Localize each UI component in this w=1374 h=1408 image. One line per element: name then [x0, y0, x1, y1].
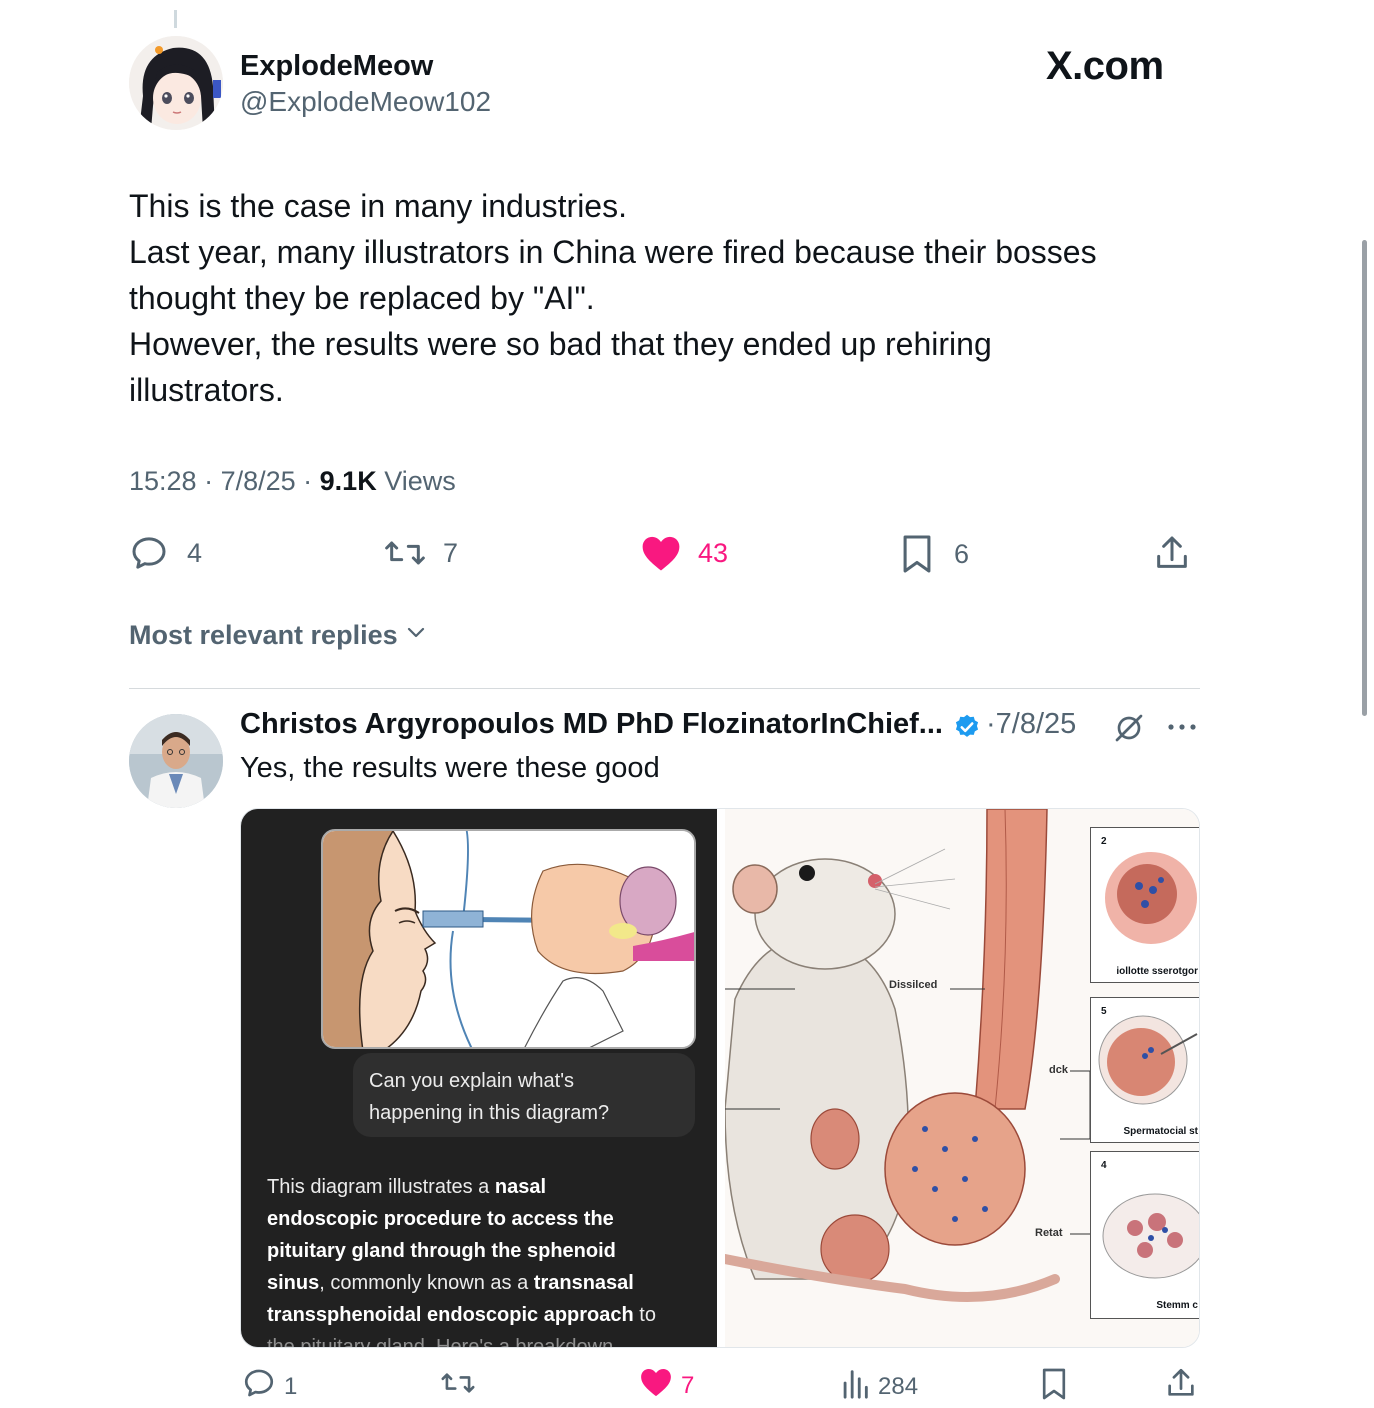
views-label: Views — [384, 466, 456, 496]
answer-bold: endoscopic procedure to access the — [267, 1208, 614, 1230]
bookmark-button[interactable]: 6 — [900, 533, 969, 575]
reply-views-button[interactable]: 284 — [840, 1366, 918, 1407]
answer-text: the pituitary gland. Here's a breakdown — [267, 1336, 614, 1348]
share-icon — [1164, 1366, 1198, 1407]
thread-line — [174, 10, 177, 28]
answer-text: , commonly known as a — [319, 1272, 534, 1294]
reply-reply-count: 1 — [284, 1372, 298, 1400]
repost-icon — [440, 1366, 476, 1407]
chevron-down-icon — [404, 620, 428, 651]
author-name[interactable]: ExplodeMeow — [240, 50, 433, 83]
reply-views-count: 284 — [878, 1372, 919, 1400]
heart-icon — [639, 1366, 673, 1405]
grok-icon[interactable] — [1113, 712, 1145, 749]
sort-label: Most relevant replies — [129, 620, 398, 650]
reply-author-name[interactable]: Christos Argyropoulos MD PhD FlozinatorI… — [240, 708, 943, 741]
heart-icon — [640, 533, 682, 573]
analytics-icon — [840, 1366, 870, 1407]
reply-count: 4 — [187, 537, 203, 568]
bookmark-icon — [900, 533, 934, 575]
replies-sort-dropdown[interactable]: Most relevant replies — [129, 620, 428, 651]
answer-text: to — [633, 1304, 656, 1326]
reply-reply-button[interactable]: 1 — [242, 1366, 297, 1407]
question-line: Can you explain what's — [369, 1070, 575, 1092]
share-icon — [1152, 533, 1192, 573]
tweet-meta: 15:28 · 7/8/25 · 9.1K Views — [129, 466, 456, 496]
author-handle[interactable]: @ExplodeMeow102 — [240, 86, 491, 118]
divider — [129, 688, 1200, 689]
bookmark-count: 6 — [954, 538, 970, 569]
diagram-label: Dissilced — [889, 979, 938, 991]
answer-text: This diagram illustrates a — [267, 1176, 495, 1198]
tweet-line: However, the results were so bad that th… — [129, 326, 992, 362]
diagram-label: dck — [1049, 1064, 1068, 1076]
assistant-answer: This diagram illustrates a nasal endosco… — [267, 1171, 707, 1348]
tweet-line: Last year, many illustrators in China we… — [129, 234, 1097, 270]
reply-like-count: 7 — [681, 1371, 695, 1399]
scrollbar[interactable] — [1362, 240, 1367, 716]
reply-text: Yes, the results were these good — [240, 752, 660, 784]
tweet-line: This is the case in many industries. — [129, 188, 627, 224]
media-image-rat-diagram[interactable]: Dissilced dck Retat 2 iollotte sserotgor… — [725, 809, 1199, 1347]
diagram-panel: 4 Stemm c — [1090, 1151, 1199, 1319]
diagram-panel: 2 iollotte sserotgor — [1090, 827, 1199, 983]
tweet-time[interactable]: 15:28 — [129, 466, 197, 496]
more-options-icon[interactable] — [1166, 718, 1198, 741]
reply-button[interactable]: 4 — [129, 533, 202, 573]
share-button[interactable] — [1152, 533, 1192, 573]
media-image-chat-screenshot[interactable]: Can you explain what's happening in this… — [241, 809, 717, 1347]
media-gap — [717, 809, 725, 1347]
like-button[interactable]: 43 — [640, 533, 728, 573]
medical-illustration — [321, 829, 696, 1049]
tweet-text: This is the case in many industries. Las… — [129, 183, 1209, 413]
user-question-bubble: Can you explain what's happening in this… — [353, 1053, 695, 1137]
reply-icon — [129, 533, 169, 573]
brand-logo: X.com — [1046, 44, 1164, 88]
diagram-label: Retat — [1035, 1227, 1063, 1239]
reply-icon — [242, 1366, 276, 1407]
author-avatar[interactable] — [129, 36, 223, 130]
like-count: 43 — [698, 537, 729, 568]
bookmark-icon — [1040, 1366, 1068, 1408]
answer-bold: sinus — [267, 1272, 320, 1294]
verified-badge-icon — [953, 713, 981, 746]
answer-bold: nasal — [494, 1176, 547, 1198]
reply-bookmark-button[interactable] — [1040, 1366, 1068, 1408]
panel-caption: Stemm c — [1156, 1300, 1198, 1311]
diagram-panel: 5 Spermatocial st — [1090, 997, 1199, 1143]
tweet-line: illustrators. — [129, 372, 284, 408]
panel-caption: iollotte sserotgor — [1116, 966, 1198, 977]
answer-bold: pituitary gland through the sphenoid — [267, 1240, 616, 1262]
repost-icon — [383, 533, 427, 573]
reply-date[interactable]: ·7/8/25 — [986, 708, 1076, 741]
views-count: 9.1K — [319, 466, 377, 496]
repost-count: 7 — [443, 537, 459, 568]
panel-caption: Spermatocial st — [1123, 1126, 1198, 1137]
answer-bold: transnasal — [533, 1272, 634, 1294]
reply-repost-button[interactable] — [440, 1366, 476, 1407]
tweet-line: thought they be replaced by "AI". — [129, 280, 595, 316]
reply-media[interactable]: Can you explain what's happening in this… — [240, 808, 1200, 1348]
reply-author-avatar[interactable] — [129, 714, 223, 808]
repost-button[interactable]: 7 — [383, 533, 458, 573]
question-line: happening in this diagram? — [369, 1102, 610, 1124]
reply-like-button[interactable]: 7 — [639, 1366, 694, 1405]
reply-share-button[interactable] — [1164, 1366, 1198, 1407]
answer-bold: transsphenoidal endoscopic approach — [267, 1304, 634, 1326]
tweet-date[interactable]: 7/8/25 — [221, 466, 296, 496]
